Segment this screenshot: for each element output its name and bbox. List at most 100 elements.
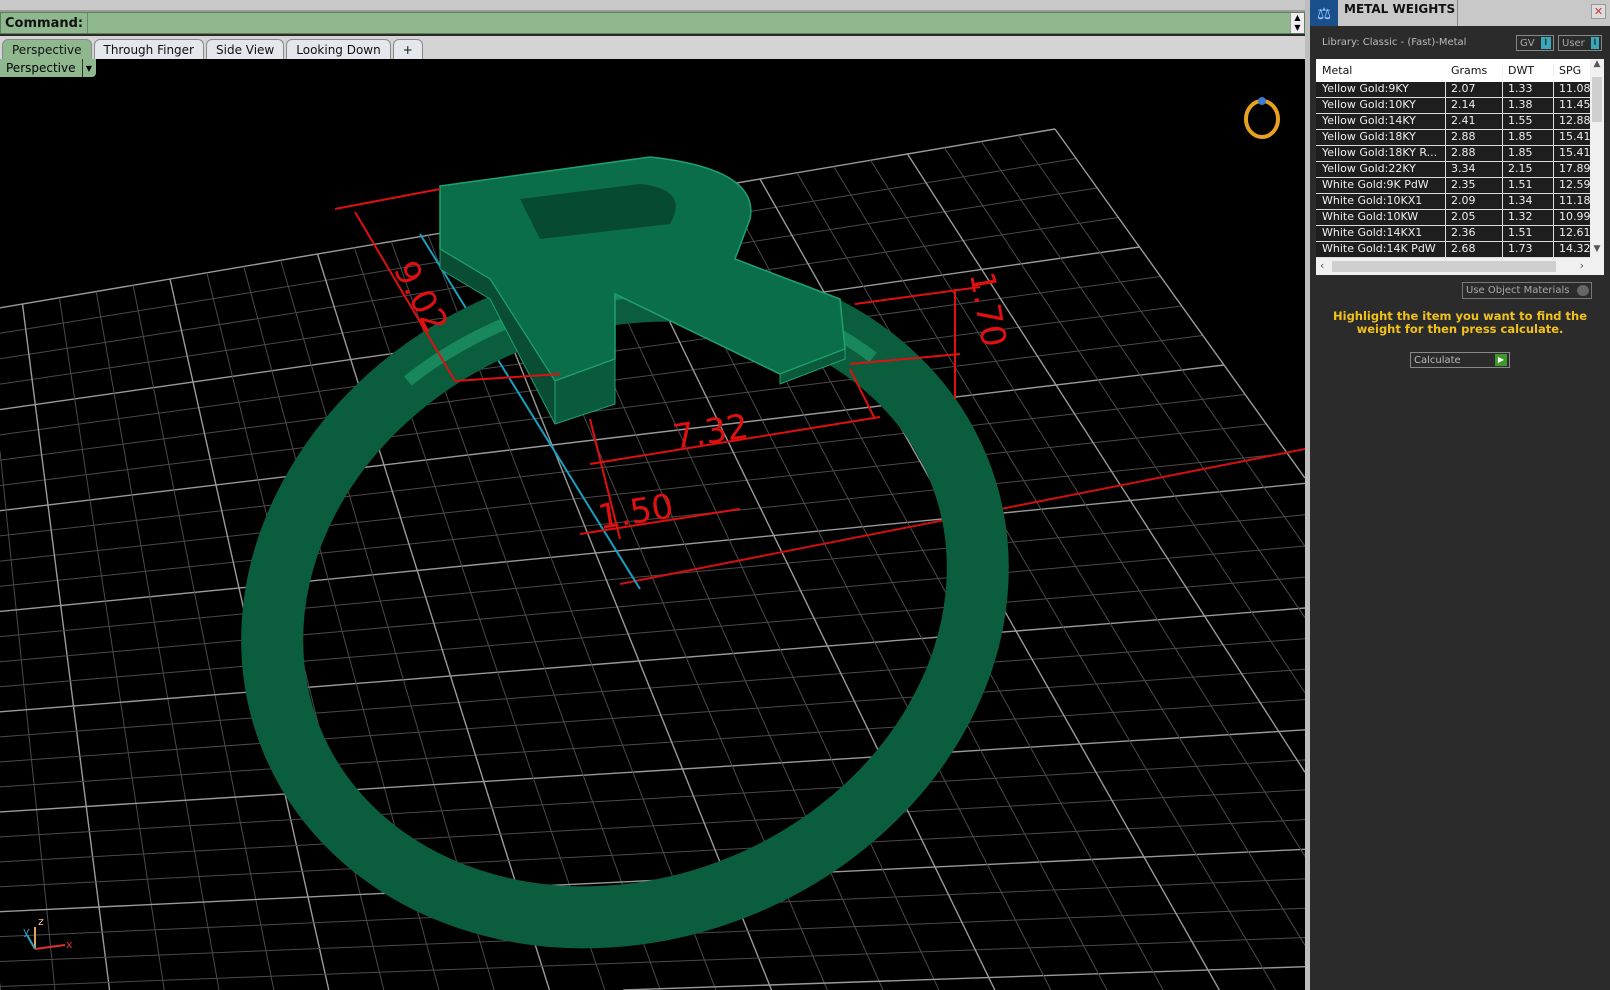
grid-line [0, 819, 1305, 888]
view-dropdown-label: Perspective [6, 61, 76, 75]
table-cell: 1.32 [1503, 210, 1554, 225]
grid-line [980, 141, 1305, 618]
table-cell: 2.36 [1446, 226, 1503, 241]
tab-through-finger[interactable]: Through Finger [93, 39, 204, 59]
table-row[interactable]: Yellow Gold:18KY 2.88 1.85 15.41 [1316, 130, 1590, 146]
table-cell: 11.08 [1559, 82, 1590, 95]
grid-line [21, 303, 111, 990]
table-cell: 11.45 [1559, 98, 1590, 111]
table-cell: Yellow Gold:18KY R... [1316, 146, 1446, 161]
table-row[interactable]: Yellow Gold:9KY 2.07 1.33 11.08 [1316, 82, 1590, 98]
table-cell: 1.34 [1503, 194, 1554, 209]
grid-line [0, 514, 1305, 638]
grid-line [58, 297, 165, 990]
table-cell: 17.89 [1559, 162, 1590, 175]
grid-line [0, 729, 1305, 813]
close-icon[interactable]: ✕ [1591, 4, 1606, 19]
chevron-down-icon: ▼ [81, 59, 96, 77]
command-input[interactable] [88, 13, 1290, 33]
grid-line [0, 699, 1305, 788]
table-row[interactable]: Yellow Gold:14KY 2.41 1.55 12.88 [1316, 114, 1590, 130]
grid-line [1017, 134, 1305, 547]
table-body: Yellow Gold:9KY 2.07 1.33 11.08 Yellow Gold:… [1316, 82, 1590, 258]
grid-line [95, 291, 220, 990]
scene: 9.02 1.70 7.32 1.50 z x y [0, 97, 1305, 990]
table-cell: 1.38 [1503, 98, 1554, 113]
title-strip [0, 0, 1305, 12]
table-row[interactable]: Yellow Gold:22KY 3.34 2.15 17.89 [1316, 162, 1590, 178]
grid-line [0, 789, 1305, 863]
table-cell: White Gold:10KW [1316, 210, 1446, 225]
table-row[interactable]: White Gold:14KX1 2.36 1.51 12.61 [1316, 226, 1590, 242]
table-row[interactable]: White Gold:9K PdW 2.35 1.51 12.59 [1316, 178, 1590, 194]
svg-text:z: z [38, 915, 44, 928]
grid-line [796, 172, 1277, 990]
grid-line [1054, 128, 1305, 479]
table-cell: 2.88 [1446, 146, 1503, 161]
metal-table: Metal Grams DWT SPG Yellow Gold:9KY 2.07 1… [1316, 59, 1604, 275]
table-cell: 12.61 [1559, 226, 1590, 239]
command-scroll[interactable]: ▲ ▼ [1290, 13, 1304, 33]
calculate-button[interactable]: Calculate ▶ [1410, 352, 1510, 368]
table-cell: 1.55 [1503, 114, 1554, 129]
column-metal[interactable]: Metal [1316, 64, 1446, 77]
table-cell: 1.85 [1503, 146, 1554, 161]
tab-perspective[interactable]: Perspective [2, 39, 92, 59]
column-dwt[interactable]: DWT [1503, 64, 1554, 77]
use-object-materials-toggle[interactable]: Use Object Materials [1462, 282, 1592, 299]
table-cell: Yellow Gold:9KY [1316, 82, 1446, 97]
3d-viewport[interactable]: Perspective ▼ 9.02 1.70 7.32 1.50 z x y [0, 59, 1305, 990]
table-row[interactable]: White Gold:14K PdW 2.68 1.73 14.32 [1316, 242, 1590, 258]
table-cell: 1.73 [1503, 242, 1554, 257]
table-row[interactable]: Yellow Gold:18KY R... 2.88 1.85 15.41 [1316, 146, 1590, 162]
play-icon: ▶ [1495, 354, 1507, 366]
table-cell: 2.07 [1446, 82, 1503, 97]
grid-line [0, 668, 1305, 763]
table-cell: 1.85 [1503, 130, 1554, 145]
table-cell: 11.18 [1559, 194, 1590, 207]
table-cell: 2.41 [1446, 114, 1503, 129]
tab-looking-down[interactable]: Looking Down [286, 39, 391, 59]
dimension-label: 7.32 [670, 407, 751, 458]
view-dropdown[interactable]: Perspective ▼ [0, 59, 96, 77]
table-cell: 2.68 [1446, 242, 1503, 257]
column-grams[interactable]: Grams [1446, 64, 1503, 77]
column-spg[interactable]: SPG [1554, 64, 1590, 77]
table-cell: 10.99 [1559, 210, 1590, 223]
table-row[interactable]: White Gold:10KX1 2.09 1.34 11.18 [1316, 194, 1590, 210]
grid-line [0, 545, 1305, 663]
table-cell: 2.88 [1446, 130, 1503, 145]
table-row[interactable]: Yellow Gold:10KY 2.14 1.38 11.45 [1316, 98, 1590, 114]
ring-gizmo-icon [1244, 97, 1280, 139]
table-row[interactable]: White Gold:10KW 2.05 1.32 10.99 [1316, 210, 1590, 226]
gv-toggle[interactable]: GV I [1516, 35, 1554, 51]
table-cell: 1.51 [1503, 178, 1554, 193]
table-header: Metal Grams DWT SPG [1316, 59, 1604, 82]
vertical-scrollbar[interactable]: ▲ ▼ [1590, 59, 1604, 258]
command-bar: Command: ▲ ▼ [0, 12, 1305, 34]
table-cell: 15.41 [1559, 146, 1590, 159]
user-toggle[interactable]: User I [1558, 35, 1602, 51]
instruction-message: Highlight the item you want to find the … [1333, 309, 1587, 336]
table-cell: 14.32 [1559, 242, 1590, 255]
table-cell: 2.05 [1446, 210, 1503, 225]
tab-side-view[interactable]: Side View [206, 39, 285, 59]
grid-line [0, 638, 1305, 738]
panel-header: ⚖ METAL WEIGHTS ✕ [1310, 0, 1610, 26]
add-tab-button[interactable]: + [392, 39, 423, 59]
table-cell: Yellow Gold:18KY [1316, 130, 1446, 145]
table-cell: White Gold:14KX1 [1316, 226, 1446, 241]
letter-r-model [439, 156, 846, 425]
table-cell: 2.14 [1446, 98, 1503, 113]
table-cell: 2.35 [1446, 178, 1503, 193]
table-cell: Yellow Gold:10KY [1316, 98, 1446, 113]
table-cell: 12.59 [1559, 178, 1590, 191]
panel-title: METAL WEIGHTS [1338, 0, 1458, 26]
grid-line [0, 937, 1305, 987]
horizontal-scrollbar[interactable]: ‹ › [1316, 258, 1604, 275]
library-label: Library: Classic - (Fast)-Metal [1322, 37, 1467, 48]
table-cell: 2.15 [1503, 162, 1554, 177]
svg-text:y: y [23, 925, 30, 938]
table-cell: White Gold:14K PdW [1316, 242, 1446, 257]
table-cell: Yellow Gold:22KY [1316, 162, 1446, 177]
